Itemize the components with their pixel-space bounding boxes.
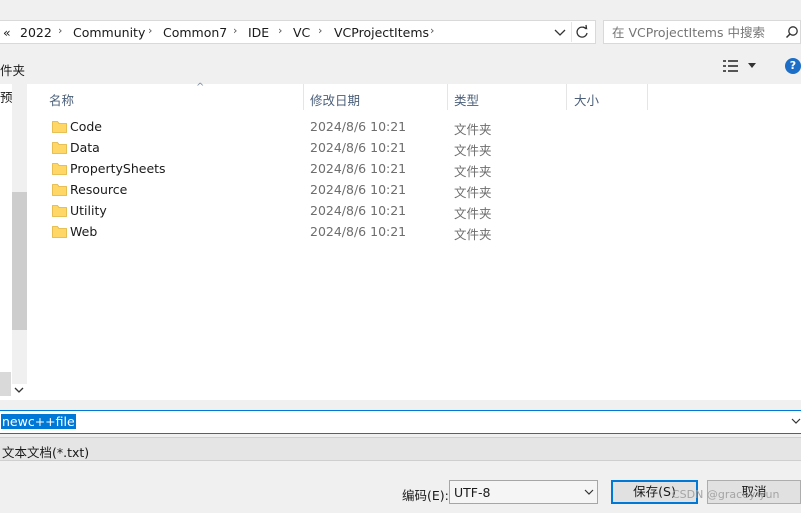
file-name: Web bbox=[70, 224, 98, 239]
file-date: 2024/8/6 10:21 bbox=[310, 140, 407, 155]
help-icon[interactable]: ? bbox=[785, 58, 801, 74]
column-header-date[interactable]: 修改日期 bbox=[310, 90, 360, 109]
file-list: ^ 名称 修改日期 类型 大小 Code 2024/8/6 10:21 文件夹 … bbox=[28, 82, 801, 400]
file-date: 2024/8/6 10:21 bbox=[310, 161, 407, 176]
address-bar[interactable]: « 2022 › Community › Common7 › IDE › VC … bbox=[0, 20, 596, 44]
breadcrumb-common7[interactable]: Common7 bbox=[163, 25, 227, 40]
search-input[interactable] bbox=[604, 21, 801, 43]
file-type: 文件夹 bbox=[454, 122, 492, 137]
column-header-name[interactable]: 名称 bbox=[49, 90, 74, 109]
breadcrumb-vc[interactable]: VC bbox=[293, 25, 310, 40]
chevron-down-icon[interactable] bbox=[584, 488, 594, 496]
chevron-down-icon[interactable] bbox=[552, 23, 568, 41]
encoding-label: 编码(E): bbox=[402, 488, 449, 503]
file-name: PropertySheets bbox=[70, 161, 166, 176]
filename-value[interactable]: newc++file bbox=[1, 414, 76, 429]
breadcrumb-separator-icon[interactable]: › bbox=[430, 24, 434, 37]
breadcrumb-overflow[interactable]: « bbox=[3, 25, 11, 40]
breadcrumb-ide[interactable]: IDE bbox=[248, 25, 269, 40]
scroll-down-icon[interactable] bbox=[14, 384, 24, 396]
file-name: Utility bbox=[70, 203, 107, 218]
file-type: 文件夹 bbox=[454, 227, 492, 242]
file-date: 2024/8/6 10:21 bbox=[310, 224, 407, 239]
watermark: CSDN @gracey-yun bbox=[672, 488, 780, 501]
folder-icon bbox=[52, 121, 67, 133]
nav-item-selected[interactable] bbox=[0, 372, 11, 396]
column-header-type[interactable]: 类型 bbox=[454, 90, 479, 109]
breadcrumb-2022[interactable]: 2022 bbox=[20, 25, 52, 40]
file-type: 文件夹 bbox=[454, 164, 492, 179]
folder-icon bbox=[52, 163, 67, 175]
file-name: Data bbox=[70, 140, 100, 155]
file-row-code[interactable]: Code 2024/8/6 10:21 文件夹 bbox=[48, 117, 658, 138]
new-folder-button[interactable]: 件夹 bbox=[0, 60, 25, 79]
filetype-value: 文本文档(*.txt) bbox=[2, 445, 90, 460]
breadcrumb-separator-icon[interactable]: › bbox=[278, 24, 282, 37]
filename-input[interactable]: newc++file bbox=[0, 410, 801, 434]
breadcrumb-separator-icon[interactable]: › bbox=[318, 24, 322, 37]
file-type: 文件夹 bbox=[454, 206, 492, 221]
nav-item-label[interactable]: 预 bbox=[0, 87, 13, 106]
file-row-resource[interactable]: Resource 2024/8/6 10:21 文件夹 bbox=[48, 180, 658, 201]
file-date: 2024/8/6 10:21 bbox=[310, 119, 407, 134]
breadcrumb-separator-icon[interactable]: › bbox=[58, 24, 62, 37]
search-icon[interactable] bbox=[785, 25, 799, 39]
toolbar bbox=[0, 52, 801, 83]
view-options-icon[interactable] bbox=[722, 58, 740, 74]
column-header-size[interactable]: 大小 bbox=[574, 90, 599, 109]
column-divider[interactable] bbox=[303, 84, 304, 110]
column-divider[interactable] bbox=[566, 84, 567, 110]
file-row-data[interactable]: Data 2024/8/6 10:21 文件夹 bbox=[48, 138, 658, 159]
folder-icon bbox=[52, 184, 67, 196]
breadcrumb-vcprojectitems[interactable]: VCProjectItems bbox=[334, 25, 429, 40]
search-box[interactable] bbox=[603, 20, 801, 44]
encoding-select[interactable]: UTF-8 bbox=[449, 480, 598, 504]
file-row-utility[interactable]: Utility 2024/8/6 10:21 文件夹 bbox=[48, 201, 658, 222]
file-row-propertysheets[interactable]: PropertySheets 2024/8/6 10:21 文件夹 bbox=[48, 159, 658, 180]
folder-icon bbox=[52, 205, 67, 217]
file-type: 文件夹 bbox=[454, 143, 492, 158]
column-divider[interactable] bbox=[647, 84, 648, 110]
chevron-down-icon[interactable] bbox=[791, 416, 801, 426]
encoding-value: UTF-8 bbox=[454, 485, 491, 500]
file-name: Code bbox=[70, 119, 103, 134]
file-date: 2024/8/6 10:21 bbox=[310, 203, 407, 218]
folder-icon bbox=[52, 142, 67, 154]
breadcrumb-community[interactable]: Community bbox=[73, 25, 145, 40]
view-dropdown-icon[interactable] bbox=[747, 62, 757, 70]
breadcrumb-separator-icon[interactable]: › bbox=[148, 24, 152, 37]
file-row-web[interactable]: Web 2024/8/6 10:21 文件夹 bbox=[48, 222, 658, 243]
sort-ascending-icon: ^ bbox=[196, 82, 205, 93]
file-name: Resource bbox=[70, 182, 128, 197]
file-type: 文件夹 bbox=[454, 185, 492, 200]
column-divider[interactable] bbox=[447, 84, 448, 110]
nav-scrollbar-thumb[interactable] bbox=[12, 192, 27, 330]
refresh-icon[interactable] bbox=[571, 22, 592, 42]
breadcrumb-separator-icon[interactable]: › bbox=[233, 24, 237, 37]
filetype-select[interactable]: 文本文档(*.txt) bbox=[0, 437, 801, 461]
file-date: 2024/8/6 10:21 bbox=[310, 182, 407, 197]
folder-icon bbox=[52, 226, 67, 238]
